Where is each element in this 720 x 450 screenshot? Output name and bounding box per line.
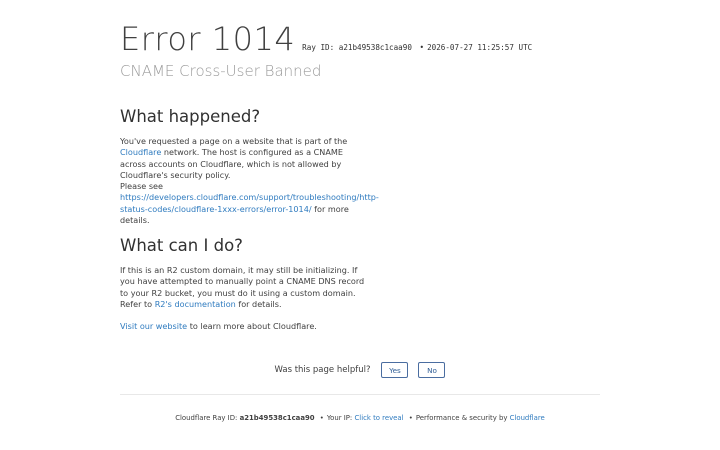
what-can-i-do-section: What can I do? If this is an R2 custom d… [120,236,365,333]
footer-ray-prefix: Cloudflare Ray ID: [175,414,238,422]
error-title: Error 1014 [120,20,296,58]
what-happened-section: What happened? You've requested a page o… [120,107,379,226]
error-subtitle: CNAME Cross-User Banned [120,62,322,80]
bullet-separator: • [419,43,425,52]
footer: Cloudflare Ray ID: a21b49538c1caa90 • You… [0,414,720,422]
visit-website-link[interactable]: Visit our website [120,321,187,331]
footer-ip-prefix: Your IP: [326,414,353,422]
footer-ray-id: a21b49538c1caa90 [239,414,315,422]
feedback-yes-button[interactable]: Yes [381,362,409,378]
please-see-text: Please see [120,181,164,192]
title-row: Error 1014 Ray ID: a21b49538c1caa90 • 202… [120,20,600,58]
r2-guidance-text-2: for details. [238,298,282,309]
ray-id-label: Ray ID: a21b49538c1caa90 [302,43,412,52]
ray-meta: Ray ID: a21b49538c1caa90 • 2026-07-27 11:… [302,43,532,52]
feedback-question: Was this page helpful? [274,365,371,375]
footer-bullet-2: • [408,414,413,422]
what-happened-text-1: You've requested a page on a website tha… [120,136,348,146]
cloudflare-link[interactable]: Cloudflare [120,147,161,157]
feedback-no-button[interactable]: No [418,362,446,378]
reveal-ip-link[interactable]: Click to reveal [354,414,403,422]
what-can-i-do-heading: What can I do? [120,236,243,255]
what-happened-heading: What happened? [120,107,261,126]
error-header: Error 1014 Ray ID: a21b49538c1caa90 • 202… [120,20,600,80]
learn-more-text: to learn more about Cloudflare. [189,321,317,332]
r2-documentation-link[interactable]: R2's documentation [155,299,236,309]
footer-divider [120,394,600,395]
r2-guidance-text: If this is an R2 custom domain, it may s… [120,265,365,310]
footer-bullet-1: • [319,414,324,422]
feedback-bar: Was this page helpful? Yes No [0,362,720,378]
footer-perf-prefix: Performance & security by [415,414,508,422]
visit-website-text: Visit our website to learn more about Cl… [120,321,365,332]
error-timestamp: 2026-07-27 11:25:57 UTC [427,43,533,52]
what-happened-text: You've requested a page on a website tha… [120,136,379,226]
footer-cloudflare-link[interactable]: Cloudflare [510,414,545,422]
